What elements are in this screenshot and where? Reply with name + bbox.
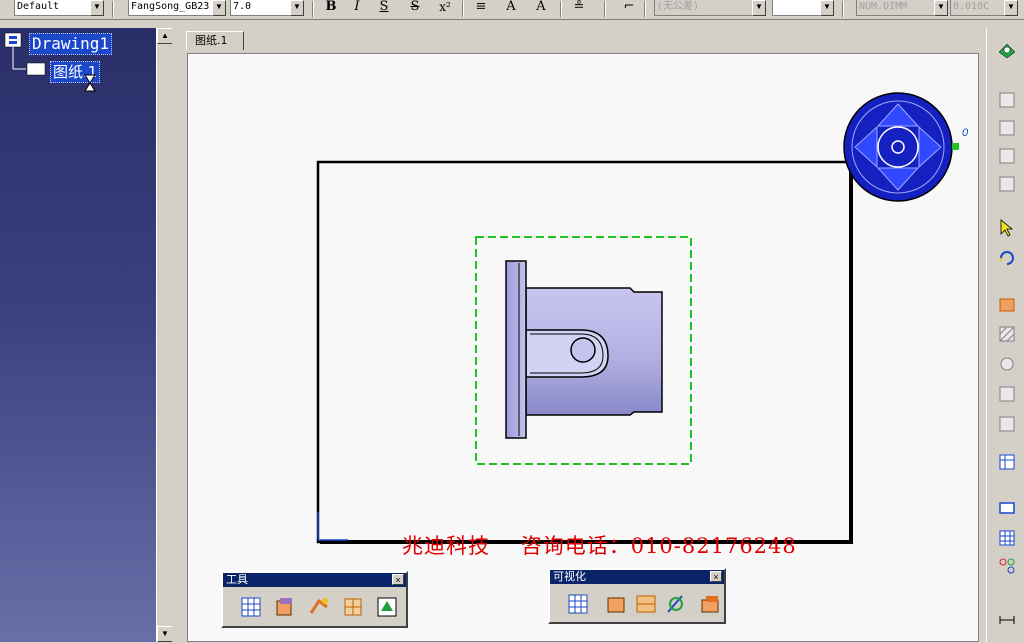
compass-angle-label: 0 <box>962 127 969 139</box>
filter-icon[interactable] <box>373 593 401 621</box>
superscript-button[interactable]: x² <box>434 0 456 17</box>
grid-icon[interactable] <box>237 593 265 621</box>
toolbar-separator <box>462 1 464 17</box>
sheet-tab[interactable]: 图纸.1 <box>186 31 244 50</box>
scroll-down-button[interactable]: ▼ <box>157 626 173 642</box>
rotate-view-icon[interactable] <box>997 248 1017 268</box>
top-toolbar: Default ▼ FangSong_GB23 ▼ 7.0 ▼ B I S S … <box>0 0 1024 20</box>
table-icon[interactable] <box>997 452 1017 472</box>
select-arrow-icon[interactable] <box>997 218 1017 238</box>
grid-icon[interactable] <box>997 528 1017 548</box>
watermark-text: 兆迪科技 咨询电话：010-82176248 <box>402 530 797 560</box>
strikethrough-button[interactable]: S <box>404 0 426 17</box>
specification-tree: Drawing1 图纸.1 <box>0 28 156 642</box>
tools-palette-close-button[interactable]: × <box>392 574 404 585</box>
sheet-properties-icon[interactable] <box>997 40 1017 60</box>
drawing-root-icon[interactable] <box>5 33 21 47</box>
symbol-icon[interactable] <box>997 414 1017 434</box>
tree-item-drawing1[interactable]: Drawing1 <box>29 33 113 55</box>
section-view-icon[interactable] <box>997 146 1017 166</box>
text-tool-icon[interactable] <box>997 384 1017 404</box>
visualization-palette-title[interactable]: 可视化 <box>550 570 724 584</box>
precision-combo[interactable]: 0.010C <box>950 0 1006 16</box>
new-view-icon[interactable] <box>997 90 1017 110</box>
toolbar-separator <box>112 1 114 17</box>
tolerance-value-dropdown-arrow[interactable]: ▼ <box>820 0 834 16</box>
tools-palette-title[interactable]: 工具 <box>223 573 406 587</box>
text-color-icon[interactable]: A <box>530 0 552 17</box>
analysis-icon[interactable] <box>662 590 690 618</box>
right-toolbar <box>986 28 1024 642</box>
scroll-up-button[interactable]: ▲ <box>157 28 173 44</box>
detail-view-icon[interactable] <box>997 174 1017 194</box>
precision-dropdown-arrow[interactable]: ▼ <box>1004 0 1018 16</box>
toolbar-separator <box>842 1 844 17</box>
hatch-icon[interactable] <box>997 324 1017 344</box>
format-dropdown-arrow[interactable]: ▼ <box>934 0 948 16</box>
measure-icon[interactable] <box>997 610 1017 630</box>
underline-button[interactable]: S <box>373 0 395 17</box>
part-view[interactable] <box>505 260 663 439</box>
watermark-contact: 咨询电话：010-82176248 <box>520 534 797 558</box>
constraint-icon[interactable] <box>997 556 1017 576</box>
style-dropdown-arrow[interactable]: ▼ <box>90 0 104 16</box>
numerical-format-combo[interactable]: NUM.DIMM <box>856 0 936 16</box>
view-display-icon[interactable] <box>602 590 630 618</box>
tolerance-combo[interactable]: (无公差) <box>654 0 754 16</box>
align-left-icon[interactable]: ≡ <box>470 0 492 17</box>
background-icon[interactable] <box>632 590 660 618</box>
dimension-line-icon[interactable]: ⌐ <box>618 0 640 17</box>
style-combo[interactable]: Default <box>14 0 92 16</box>
italic-button[interactable]: I <box>346 0 368 17</box>
toolbar-separator <box>604 1 606 17</box>
annotation-icon[interactable] <box>997 354 1017 374</box>
watermark-company: 兆迪科技 <box>402 534 490 558</box>
toolbar-separator <box>312 1 314 17</box>
tolerance-dropdown-arrow[interactable]: ▼ <box>752 0 766 16</box>
hourglass-cursor-icon <box>84 74 96 92</box>
front-view-icon[interactable] <box>997 118 1017 138</box>
toolbar-separator <box>644 1 646 17</box>
dimension-icon[interactable] <box>997 294 1017 314</box>
tools-palette[interactable]: 工具 × <box>221 571 408 628</box>
toolbar-separator <box>560 1 562 17</box>
view-compass-icon[interactable] <box>843 92 959 202</box>
sheet-node-icon[interactable] <box>27 63 45 75</box>
update-icon[interactable] <box>305 593 333 621</box>
tolerance-value-combo[interactable] <box>772 0 822 16</box>
bold-button[interactable]: B <box>320 0 342 17</box>
grid-icon[interactable] <box>564 590 592 618</box>
visualization-palette[interactable]: 可视化 × <box>548 568 726 624</box>
font-size-combo[interactable]: 7.0 <box>230 0 292 16</box>
layer-icon[interactable] <box>696 590 724 618</box>
text-frame-icon[interactable]: A <box>500 0 522 17</box>
visualization-palette-close-button[interactable]: × <box>710 571 722 582</box>
rectangle-icon[interactable] <box>997 498 1017 518</box>
font-size-dropdown-arrow[interactable]: ▼ <box>290 0 304 16</box>
font-dropdown-arrow[interactable]: ▼ <box>212 0 226 16</box>
origin-axis-icon <box>317 512 348 541</box>
font-combo[interactable]: FangSong_GB23 <box>128 0 214 16</box>
analysis-display-icon[interactable] <box>271 593 299 621</box>
dimension-grid-icon[interactable] <box>339 593 367 621</box>
anchor-point-icon[interactable]: ≗ <box>568 0 590 17</box>
tree-scrollbar[interactable]: ▲ ▼ <box>156 28 173 642</box>
